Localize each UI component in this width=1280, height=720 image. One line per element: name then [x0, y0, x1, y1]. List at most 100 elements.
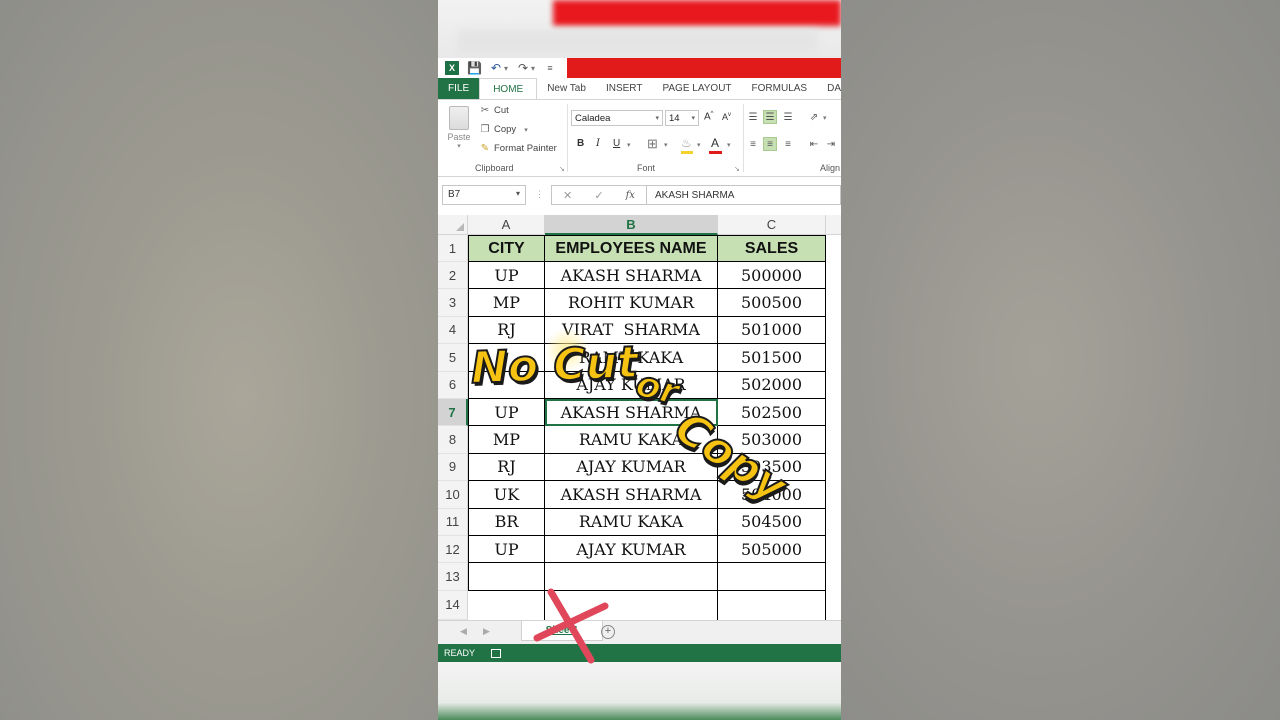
customize-icon[interactable]: ≡ [543, 63, 557, 73]
row-header[interactable]: 13 [438, 563, 468, 591]
table-cell[interactable]: UP [468, 262, 545, 290]
row-header[interactable]: 6 [438, 371, 468, 399]
tab-data[interactable]: DA [817, 78, 841, 99]
align-left-icon[interactable]: ≡ [746, 137, 760, 151]
column-header-b[interactable]: B [545, 215, 718, 235]
align-right-icon[interactable]: ≡ [781, 137, 795, 151]
row-header[interactable]: 10 [438, 481, 468, 509]
table-cell[interactable]: 502500 [718, 399, 826, 427]
table-cell[interactable]: RAMU KAKA [545, 508, 718, 536]
row-header[interactable]: 11 [438, 508, 468, 536]
bold-button[interactable]: B [577, 138, 584, 149]
paste-label: Paste [447, 132, 471, 142]
header-cell-city[interactable]: CITY [468, 235, 545, 262]
tab-formulas[interactable]: FORMULAS [742, 78, 818, 99]
underline-button[interactable]: U [613, 138, 620, 149]
decrease-indent-icon[interactable]: ⇤ [807, 137, 821, 151]
clipboard-launcher-icon[interactable]: ↘ [559, 165, 565, 173]
table-cell[interactable]: AKASH SHARMA [545, 481, 718, 509]
font-color-icon[interactable]: A [711, 136, 719, 150]
table-cell[interactable]: BR [468, 508, 545, 536]
sheet-prev-icon[interactable]: ◀ [460, 626, 467, 637]
table-cell[interactable]: MP [468, 289, 545, 317]
row-header[interactable]: 5 [438, 344, 468, 372]
row-header[interactable]: 14 [438, 590, 468, 620]
font-launcher-icon[interactable]: ↘ [734, 165, 740, 173]
redo-icon[interactable]: ↷ [516, 61, 530, 75]
table-cell[interactable] [718, 590, 826, 620]
font-group-label: Font [637, 163, 656, 173]
row-header[interactable]: 3 [438, 289, 468, 317]
row-header[interactable]: 8 [438, 426, 468, 454]
tab-file[interactable]: FILE [438, 78, 480, 99]
tab-insert[interactable]: INSERT [596, 78, 653, 99]
font-color-dropdown-icon[interactable]: ▾ [727, 141, 731, 149]
increase-indent-icon[interactable]: ⇥ [824, 137, 838, 151]
table-cell[interactable] [468, 563, 545, 591]
align-center-icon[interactable]: ≡ [763, 137, 777, 151]
select-all-button[interactable] [438, 215, 468, 235]
tab-page-layout[interactable]: PAGE LAYOUT [652, 78, 741, 99]
table-cell[interactable]: 500000 [718, 262, 826, 290]
row-header[interactable]: 9 [438, 453, 468, 482]
row-header[interactable]: 4 [438, 316, 468, 345]
tab-home[interactable]: HOME [479, 78, 538, 99]
borders-icon[interactable]: ⊞ [647, 136, 658, 152]
cut-button[interactable]: ✂ Cut [480, 105, 509, 116]
table-cell[interactable]: AJAY KUMAR [545, 536, 718, 564]
fill-dropdown-icon[interactable]: ▾ [697, 141, 701, 149]
row-header[interactable]: 2 [438, 262, 468, 290]
insert-function-icon[interactable]: fx [626, 190, 635, 201]
table-cell[interactable]: UP [468, 399, 545, 427]
header-cell-employees-name[interactable]: EMPLOYEES NAME [545, 235, 718, 262]
name-box[interactable]: B7 ▾ [442, 185, 526, 205]
row-header[interactable]: 1 [438, 235, 468, 262]
macro-record-icon[interactable] [491, 648, 502, 658]
table-cell[interactable]: RJ [468, 453, 545, 482]
italic-button[interactable]: I [596, 138, 600, 149]
table-cell[interactable]: ROHIT KUMAR [545, 289, 718, 317]
enter-icon[interactable]: ✓ [594, 189, 603, 202]
borders-dropdown-icon[interactable]: ▾ [664, 141, 668, 149]
row-header-selected[interactable]: 7 [438, 399, 468, 427]
table-cell[interactable]: MP [468, 426, 545, 454]
table-cell[interactable]: 501000 [718, 316, 826, 345]
format-painter-button[interactable]: ✎ Format Painter [480, 143, 557, 154]
align-top-icon[interactable]: ☰ [746, 110, 760, 124]
undo-dropdown-icon[interactable]: ▾ [504, 64, 508, 73]
align-bottom-icon[interactable]: ☰ [781, 110, 795, 124]
column-header-c[interactable]: C [718, 215, 826, 235]
column-header-d[interactable] [826, 215, 841, 235]
table-cell[interactable] [718, 563, 826, 591]
sheet-next-icon[interactable]: ▶ [483, 626, 490, 637]
font-size-select[interactable]: 14 ▾ [665, 110, 699, 126]
table-cell[interactable]: UK [468, 481, 545, 509]
table-cell[interactable]: 502000 [718, 371, 826, 399]
cancel-icon[interactable]: ✕ [563, 189, 572, 202]
font-name-select[interactable]: Caladea ▾ [571, 110, 663, 126]
row-header[interactable]: 12 [438, 536, 468, 564]
copy-button[interactable]: ❐ Copy ▾ [480, 124, 528, 135]
table-cell[interactable]: 505000 [718, 536, 826, 564]
table-cell[interactable]: AKASH SHARMA [545, 262, 718, 290]
paste-button[interactable]: Paste ▾ [446, 106, 472, 150]
undo-icon[interactable]: ↶ [489, 61, 503, 75]
underline-dropdown-icon[interactable]: ▾ [627, 141, 631, 149]
tab-new-tab[interactable]: New Tab [537, 78, 596, 99]
save-icon[interactable]: 💾 [467, 61, 482, 75]
header-cell-sales[interactable]: SALES [718, 235, 826, 262]
increase-font-icon[interactable]: A^ [704, 111, 714, 122]
table-cell[interactable] [545, 563, 718, 591]
redo-dropdown-icon[interactable]: ▾ [531, 64, 535, 73]
table-cell[interactable]: 501500 [718, 344, 826, 372]
align-middle-icon[interactable]: ☰ [763, 110, 777, 124]
table-cell[interactable]: 500500 [718, 289, 826, 317]
table-cell[interactable]: 504500 [718, 508, 826, 536]
table-cell[interactable]: UP [468, 536, 545, 564]
formula-input[interactable]: AKASH SHARMA [647, 185, 841, 205]
orientation-dropdown-icon[interactable]: ▾ [823, 114, 827, 122]
decrease-font-icon[interactable]: Av [722, 112, 731, 122]
column-header-a[interactable]: A [468, 215, 545, 235]
orientation-icon[interactable]: ⇗ [807, 110, 821, 124]
fill-color-icon[interactable]: ♨ [681, 136, 692, 150]
